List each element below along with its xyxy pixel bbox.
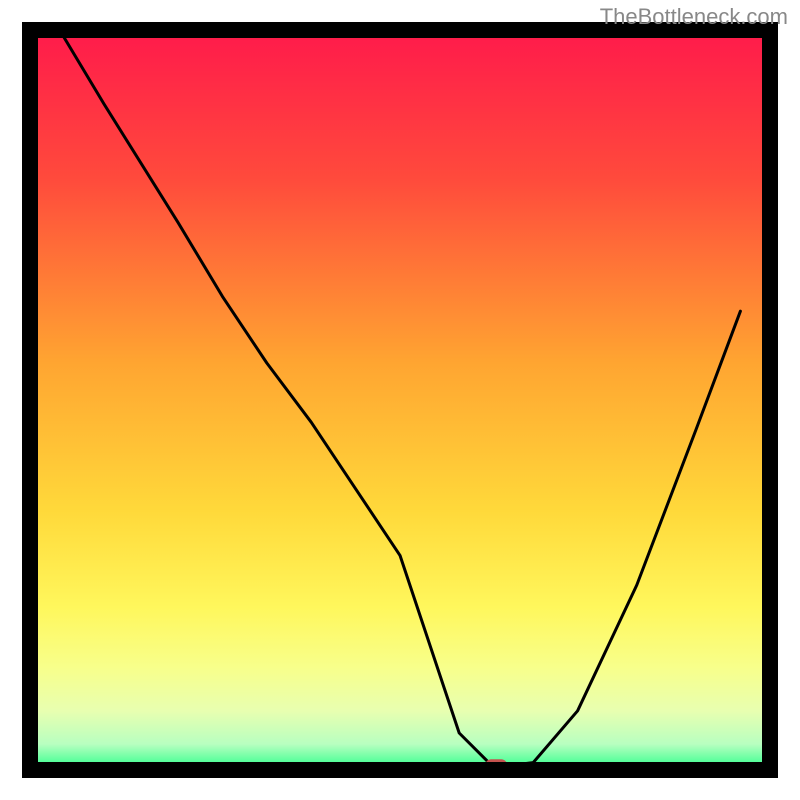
chart-container: TheBottleneck.com: [0, 0, 800, 800]
bottleneck-chart: [0, 0, 800, 800]
watermark-label: TheBottleneck.com: [600, 4, 788, 30]
plot-background: [30, 30, 770, 770]
